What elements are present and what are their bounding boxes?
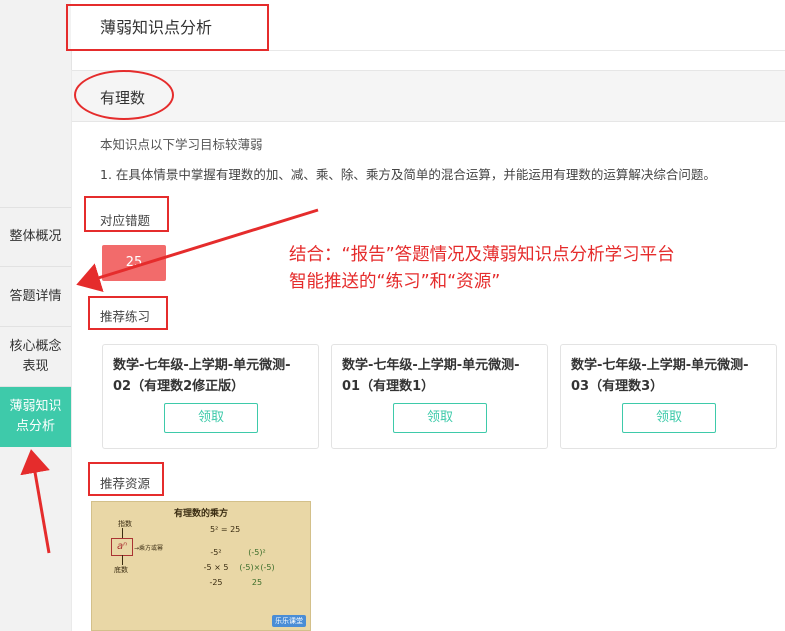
claim-button[interactable]: 领取: [164, 403, 258, 433]
sidebar-item-label: 整体概况: [9, 229, 62, 244]
equation-column: (-5)² (-5)×(-5) 25: [232, 545, 282, 590]
equation: 5² = 25: [210, 525, 241, 534]
exercise-card: 数学-七年级-上学期-单元微测- 02（有理数2修正版） 领取: [102, 344, 319, 449]
base-label: 底数: [114, 566, 128, 574]
annotation-caption-line: 结合：“报告”答题情况及薄弱知识点分析学习平台: [289, 245, 675, 265]
resource-title: 有理数的乘方: [173, 509, 228, 519]
claim-button[interactable]: 领取: [622, 403, 716, 433]
wrong-questions-button[interactable]: 25: [102, 245, 166, 281]
arrow-line: [122, 555, 123, 565]
exercise-title-line: 数学-七年级-上学期-单元微测-: [571, 358, 749, 373]
equation-step: -5²: [210, 548, 222, 557]
knowledge-point-name: 有理数: [100, 89, 146, 107]
sidebar-item-label: 薄弱知识: [9, 399, 62, 414]
claim-button[interactable]: 领取: [393, 403, 487, 433]
sidebar-item-core-concepts[interactable]: 核心概念 表现: [0, 327, 71, 387]
exercise-title: 数学-七年级-上学期-单元微测- 01（有理数1）: [342, 355, 537, 397]
recommended-resources-label: 推荐资源: [100, 476, 151, 491]
exercise-title: 数学-七年级-上学期-单元微测- 03（有理数3）: [571, 355, 766, 397]
page-title: 薄弱知识点分析: [100, 18, 213, 37]
equation-step: -5 × 5: [203, 563, 229, 572]
page-header: 薄弱知识点分析: [71, 0, 785, 51]
sidebar-item-answer-details[interactable]: 答题详情: [0, 267, 71, 327]
exercise-title-line: 02（有理数2修正版）: [113, 379, 245, 394]
equation-step: 25: [251, 578, 263, 587]
weak-goal-item: 1. 在具体情景中掌握有理数的加、减、乘、除、乘方及简单的混合运算，并能运用有理…: [100, 167, 716, 182]
power-label: →乘方或幂: [134, 545, 164, 552]
exercise-title-line: 03（有理数3）: [571, 379, 664, 394]
equation-step: (-5)²: [248, 548, 266, 557]
exercise-title: 数学-七年级-上学期-单元微测- 02（有理数2修正版）: [113, 355, 308, 397]
equation-column: -5² -5 × 5 -25: [196, 545, 236, 590]
exercise-card: 数学-七年级-上学期-单元微测- 01（有理数1） 领取: [331, 344, 548, 449]
sidebar-item-label: 核心概念: [9, 338, 62, 354]
annotation-caption-line: 智能推送的“练习”和“资源”: [289, 272, 501, 292]
power-symbol-box: aⁿ: [111, 538, 133, 556]
sidebar-item-overview[interactable]: 整体概况: [0, 207, 71, 267]
equation-step: (-5)×(-5): [239, 563, 275, 572]
wrong-questions-label: 对应错题: [100, 213, 151, 228]
sidebar-item-label: 点分析: [15, 419, 55, 434]
knowledge-point-header: 有理数: [72, 70, 785, 122]
exercise-card: 数学-七年级-上学期-单元微测- 03（有理数3） 领取: [560, 344, 777, 449]
sidebar-item-label: 表现: [22, 358, 49, 374]
annotation-caption: 结合：“报告”答题情况及薄弱知识点分析学习平台 智能推送的“练习”和“资源”: [289, 242, 675, 296]
weak-goals-intro: 本知识点以下学习目标较薄弱: [100, 137, 263, 152]
index-label: 指数: [118, 520, 132, 528]
resource-logo: 乐乐课堂: [272, 615, 306, 627]
exercise-title-line: 数学-七年级-上学期-单元微测-: [342, 358, 520, 373]
sidebar-item-label: 答题详情: [9, 288, 62, 304]
exercise-title-line: 01（有理数1）: [342, 379, 435, 394]
recommended-exercises-label: 推荐练习: [100, 309, 151, 324]
sidebar-item-weak-points[interactable]: 薄弱知识 点分析: [0, 387, 71, 447]
arrow-line: [122, 528, 123, 538]
equation-step: -25: [209, 578, 223, 587]
exercise-title-line: 数学-七年级-上学期-单元微测-: [113, 358, 291, 373]
sidebar: 整体概况 答题详情 核心概念 表现 薄弱知识 点分析: [0, 0, 72, 631]
resource-video-thumbnail[interactable]: 有理数的乘方 指数 aⁿ →乘方或幂 底数 5² = 25 -5² -5 × 5…: [91, 501, 311, 631]
